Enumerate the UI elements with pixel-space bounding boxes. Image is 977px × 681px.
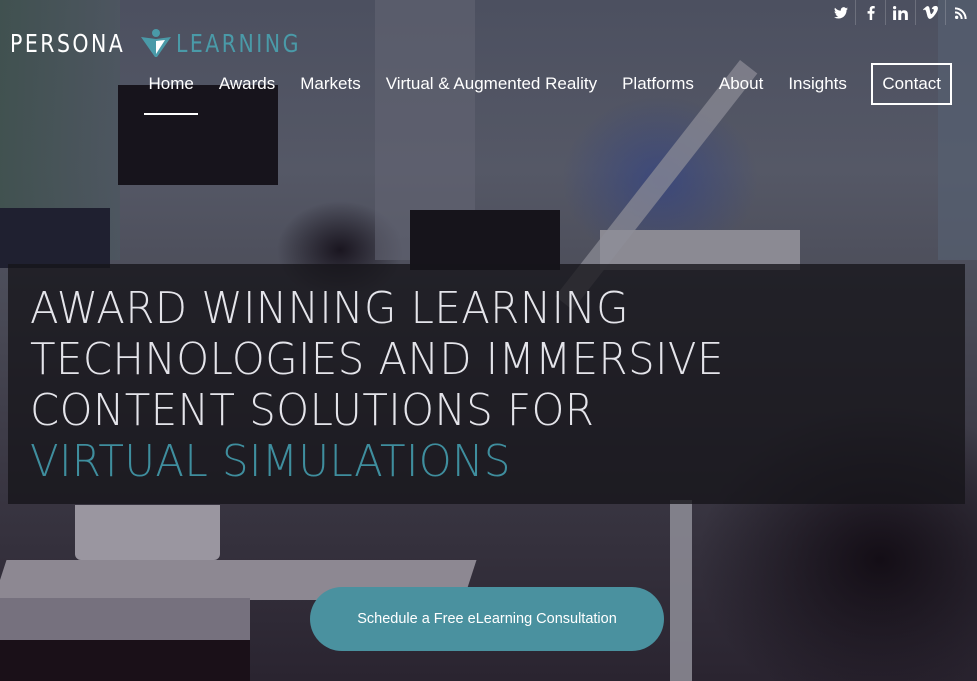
bg-wall: [938, 0, 977, 260]
nav-insights[interactable]: Insights: [776, 62, 860, 106]
social-links: [826, 0, 975, 25]
social-rss-link[interactable]: [945, 0, 975, 25]
twitter-icon: [833, 6, 848, 19]
linkedin-icon: [893, 5, 908, 20]
social-vimeo-link[interactable]: [915, 0, 945, 25]
nav-contact-button[interactable]: Contact: [871, 63, 952, 105]
bg-monitor: [0, 208, 110, 268]
vimeo-icon: [923, 6, 938, 19]
bg-monitor: [410, 210, 560, 270]
bg-shadow: [0, 640, 250, 681]
bg-laptop: [75, 505, 220, 560]
social-facebook-link[interactable]: [855, 0, 885, 25]
social-linkedin-link[interactable]: [885, 0, 915, 25]
logo-text-persona: PERSONA: [10, 28, 126, 58]
rss-icon: [954, 6, 967, 19]
headline-line: CONTENT SOLUTIONS FOR: [30, 385, 595, 436]
headline-line: AWARD WINNING LEARNING: [30, 283, 629, 334]
person-logo-icon: [141, 29, 171, 57]
headline-line: TECHNOLOGIES AND IMMERSIVE: [30, 334, 724, 385]
nav-markets[interactable]: Markets: [288, 62, 373, 106]
nav-virtual-augmented-reality[interactable]: Virtual & Augmented Reality: [373, 62, 609, 106]
schedule-consultation-button[interactable]: Schedule a Free eLearning Consultation: [310, 587, 664, 651]
hero-headline: AWARD WINNING LEARNING TECHNOLOGIES AND …: [30, 283, 760, 487]
headline-accent-line: VIRTUAL SIMULATIONS: [30, 436, 511, 487]
site-logo[interactable]: PERSONA LEARNING: [10, 28, 328, 58]
bg-post: [670, 500, 692, 681]
nav-home[interactable]: Home: [136, 62, 206, 115]
main-nav: Home Awards Markets Virtual & Augmented …: [136, 62, 952, 115]
social-twitter-link[interactable]: [826, 0, 855, 25]
logo-text-learning: LEARNING: [176, 28, 301, 58]
nav-platforms[interactable]: Platforms: [610, 62, 707, 106]
facebook-icon: [867, 5, 875, 20]
nav-about[interactable]: About: [706, 62, 775, 106]
nav-awards[interactable]: Awards: [206, 62, 287, 106]
